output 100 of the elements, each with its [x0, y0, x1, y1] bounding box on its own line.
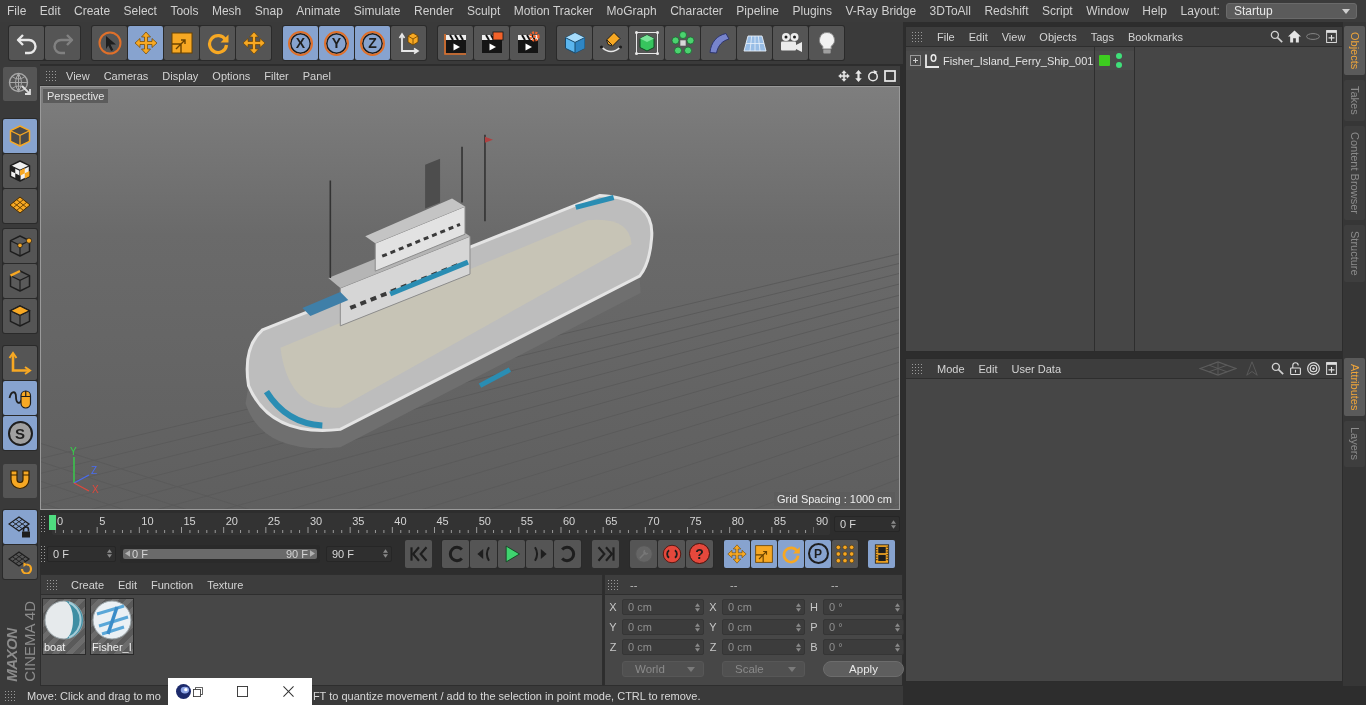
move-key-button[interactable] — [724, 539, 750, 568]
menu-item[interactable]: Select — [123, 4, 157, 18]
edges-mode-button[interactable] — [3, 264, 37, 298]
material-tile[interactable]: Fisher_I — [90, 598, 134, 655]
spinner-icon[interactable] — [895, 602, 900, 612]
rotate-button[interactable] — [200, 26, 235, 60]
menu-item[interactable]: Cameras — [103, 69, 149, 82]
play-button[interactable] — [498, 539, 525, 568]
render-view-button[interactable] — [438, 26, 473, 60]
menu-item[interactable]: View — [66, 69, 90, 82]
axis-lock-button[interactable]: Z — [355, 26, 390, 60]
coordinate-field[interactable]: 0 cm — [622, 639, 704, 655]
menu-item[interactable]: Objects — [1039, 30, 1077, 43]
subdivision-button[interactable] — [629, 26, 664, 60]
texture-mode-button[interactable] — [3, 154, 37, 188]
close-icon[interactable] — [282, 686, 294, 697]
menu-item[interactable]: Filter — [264, 69, 289, 82]
coordinate-field[interactable]: 0 cm — [722, 599, 805, 615]
menu-item[interactable]: View — [1001, 30, 1026, 43]
menu-item[interactable]: Motion Tracker — [513, 4, 594, 18]
menu-item[interactable]: Window — [1086, 4, 1129, 18]
layout-dropdown[interactable]: Startup — [1225, 3, 1357, 19]
floor-button[interactable] — [737, 26, 772, 60]
coordinate-field[interactable]: 0 cm — [622, 619, 704, 635]
object-row[interactable]: Fisher_Island_Ferry_Ship_001 — [906, 51, 1094, 70]
pen-button[interactable] — [593, 26, 628, 60]
key-selection-button[interactable]: ? — [686, 539, 713, 568]
arrow-right-icon[interactable] — [310, 550, 315, 557]
menu-item[interactable]: Edit — [118, 578, 137, 591]
polygons-mode-button[interactable] — [3, 299, 37, 333]
home-icon[interactable] — [1288, 30, 1301, 43]
coordinate-field[interactable]: 0 cm — [722, 619, 805, 635]
menu-item[interactable]: Edit — [39, 4, 61, 18]
model-mode-button[interactable] — [3, 119, 37, 153]
magnet-button[interactable] — [3, 464, 37, 498]
axis-mode-button[interactable] — [3, 346, 37, 380]
app-logo-icon[interactable] — [175, 684, 191, 699]
menu-item[interactable]: Function — [151, 578, 194, 591]
deformer-button[interactable] — [701, 26, 736, 60]
menu-item[interactable]: Create — [71, 578, 105, 591]
menu-item[interactable]: V-Ray Bridge — [845, 4, 917, 18]
new-panel-icon[interactable] — [1325, 362, 1338, 375]
menu-item[interactable]: Create — [74, 4, 111, 18]
rotate-icon[interactable] — [867, 69, 879, 82]
cube-button[interactable] — [557, 26, 592, 60]
move-button[interactable] — [128, 26, 163, 60]
frame-range-slider[interactable]: 0 F 90 F — [120, 544, 320, 563]
spinner-icon[interactable] — [796, 622, 801, 632]
transform-button[interactable] — [236, 26, 271, 60]
menu-item[interactable]: 3DToAll — [929, 4, 971, 18]
arrow-left-icon[interactable] — [125, 550, 130, 557]
coordinate-field[interactable]: 0 ° — [823, 599, 904, 615]
picture-viewer-button[interactable] — [474, 26, 509, 60]
menu-item[interactable]: Bookmarks — [1127, 30, 1183, 43]
menu-item[interactable]: Simulate — [353, 4, 401, 18]
up-down-arrows-icon[interactable] — [855, 69, 862, 82]
menu-item[interactable]: Animate — [296, 4, 341, 18]
go-to-start-button[interactable] — [405, 539, 432, 568]
menu-item[interactable]: Mode — [937, 362, 965, 375]
target-icon[interactable] — [1307, 362, 1320, 375]
workplane-snap-button[interactable] — [3, 545, 37, 579]
frame-field[interactable]: 0 F — [834, 516, 900, 532]
menu-item[interactable]: Script — [1042, 4, 1073, 18]
make-editable-button[interactable] — [3, 67, 37, 101]
coordinate-field[interactable]: 0 ° — [823, 619, 904, 635]
menu-item[interactable]: Display — [162, 69, 199, 82]
range-fill[interactable]: 0 F 90 F — [123, 548, 317, 559]
menu-item[interactable]: Tools — [170, 4, 199, 18]
menu-item[interactable]: Texture — [207, 578, 244, 591]
coordinate-field[interactable]: 0 cm — [722, 639, 805, 655]
menu-item[interactable]: Tags — [1090, 30, 1114, 43]
menu-item[interactable]: Panel — [302, 69, 331, 82]
spinner-icon[interactable] — [695, 602, 700, 612]
apply-button[interactable]: Apply — [823, 661, 904, 677]
spinner-icon[interactable] — [695, 622, 700, 632]
timeline-ruler[interactable]: 0 5 10 15 20 25 30 35 40 45 50 55 60 65 70 75 80 85 90 — [52, 513, 830, 535]
spinner-icon[interactable] — [695, 642, 700, 652]
lock-workplane-button[interactable] — [3, 510, 37, 544]
oval-icon[interactable] — [1306, 33, 1320, 40]
snap-button[interactable]: S — [3, 416, 37, 450]
light-button[interactable] — [809, 26, 844, 60]
points-mode-button[interactable] — [3, 229, 37, 263]
restore-icon[interactable] — [192, 686, 203, 697]
menu-item[interactable]: Snap — [254, 4, 283, 18]
menu-item[interactable]: Help — [1142, 4, 1168, 18]
menu-item[interactable]: File — [7, 4, 27, 18]
spinner-icon[interactable] — [895, 622, 900, 632]
3d-viewport[interactable]: Perspective Y Z X Grid Spacing : 1000 cm — [40, 86, 900, 510]
cloner-button[interactable] — [665, 26, 700, 60]
menu-item[interactable]: Edit — [968, 30, 988, 43]
menu-item[interactable]: Plugins — [792, 4, 832, 18]
menu-item[interactable]: Options — [212, 69, 251, 82]
menu-item[interactable]: File — [937, 30, 955, 43]
menu-item[interactable]: Character — [670, 4, 723, 18]
render-settings-button[interactable] — [510, 26, 545, 60]
workplane-mode-button[interactable] — [3, 189, 37, 223]
tweak-button[interactable] — [3, 381, 37, 415]
visibility-dot-icon[interactable] — [1116, 53, 1122, 59]
camera-button[interactable] — [773, 26, 808, 60]
menu-item[interactable]: User Data — [1011, 362, 1062, 375]
